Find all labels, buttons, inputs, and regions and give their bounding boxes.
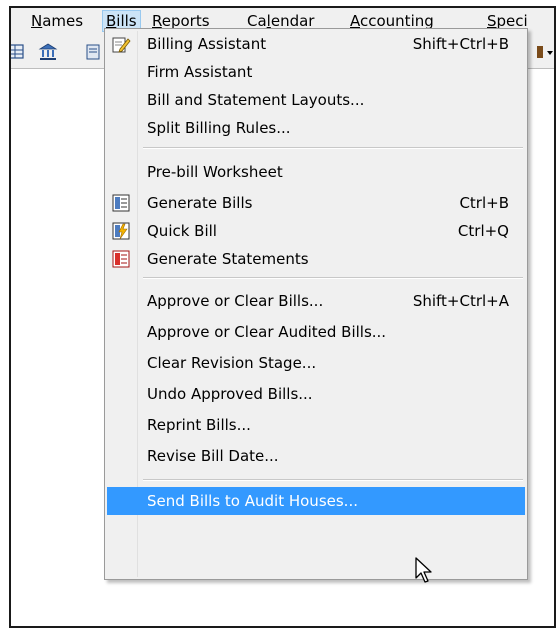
quick-bill-icon: [112, 222, 130, 240]
menu-item-clear-revision-stage[interactable]: Clear Revision Stage...: [107, 350, 525, 376]
menu-item-label: Bill and Statement Layouts...: [147, 91, 365, 109]
grid-icon[interactable]: [9, 42, 27, 62]
menu-item-generate-bills[interactable]: Generate Bills Ctrl+B: [107, 190, 525, 216]
menu-item-firm-assistant[interactable]: Firm Assistant: [107, 59, 525, 85]
menu-separator: [143, 147, 523, 149]
bank-icon[interactable]: [38, 42, 58, 62]
menu-item-label: Approve or Clear Bills...: [147, 292, 324, 310]
menu-item-billing-assistant[interactable]: Billing Assistant Shift+Ctrl+B: [107, 31, 525, 57]
menu-item-label: Revise Bill Date...: [147, 447, 279, 465]
menu-item-undo-approved-bills[interactable]: Undo Approved Bills...: [107, 381, 525, 407]
menu-item-label: Generate Bills: [147, 194, 253, 212]
generate-bills-icon: [112, 194, 130, 212]
menu-item-label: Approve or Clear Audited Bills...: [147, 323, 387, 341]
menu-item-send-bills-audit-houses[interactable]: Send Bills to Audit Houses...: [107, 487, 525, 515]
menu-item-prebill-worksheet[interactable]: Pre-bill Worksheet: [107, 159, 525, 185]
menu-item-label: Clear Revision Stage...: [147, 354, 317, 372]
menu-item-revise-bill-date[interactable]: Revise Bill Date...: [107, 443, 525, 469]
menu-item-label: Firm Assistant: [147, 63, 253, 81]
menu-item-shortcut: Ctrl+B: [459, 194, 509, 212]
bills-dropdown-menu: Billing Assistant Shift+Ctrl+B Firm Assi…: [104, 28, 528, 580]
menu-item-label: Billing Assistant: [147, 35, 267, 53]
menu-item-reprint-bills[interactable]: Reprint Bills...: [107, 412, 525, 438]
menu-item-shortcut: Shift+Ctrl+A: [412, 292, 509, 310]
menu-item-label: Split Billing Rules...: [147, 119, 291, 137]
menu-item-label: Undo Approved Bills...: [147, 385, 313, 403]
menu-item-shortcut: Ctrl+Q: [457, 222, 509, 240]
generate-statements-icon: [112, 250, 130, 268]
menu-item-split-billing-rules[interactable]: Split Billing Rules...: [107, 115, 525, 141]
menu-item-label: Quick Bill: [147, 222, 217, 240]
menu-item-label: Generate Statements: [147, 250, 309, 268]
menu-item-quick-bill[interactable]: Quick Bill Ctrl+Q: [107, 218, 525, 244]
menu-item-label: Pre-bill Worksheet: [147, 163, 283, 181]
menu-separator: [143, 479, 523, 481]
menu-item-approve-clear-audited-bills[interactable]: Approve or Clear Audited Bills...: [107, 319, 525, 345]
menu-label: ames: [42, 12, 84, 30]
menu-names[interactable]: Names: [31, 11, 83, 31]
mnemonic: N: [31, 12, 43, 30]
menu-item-label: Reprint Bills...: [147, 416, 251, 434]
menu-item-generate-statements[interactable]: Generate Statements: [107, 246, 525, 272]
menu-item-bill-statement-layouts[interactable]: Bill and Statement Layouts...: [107, 87, 525, 113]
pencil-edit-icon: [112, 37, 131, 53]
toolbar-icon-partial[interactable]: [535, 42, 555, 62]
mouse-cursor-icon: [415, 557, 432, 583]
menu-item-shortcut: Shift+Ctrl+B: [412, 35, 509, 53]
menu-item-approve-clear-bills[interactable]: Approve or Clear Bills... Shift+Ctrl+A: [107, 288, 525, 314]
card-icon[interactable]: [84, 42, 104, 62]
menu-separator: [143, 277, 523, 279]
menu-item-label: Send Bills to Audit Houses...: [147, 492, 358, 510]
